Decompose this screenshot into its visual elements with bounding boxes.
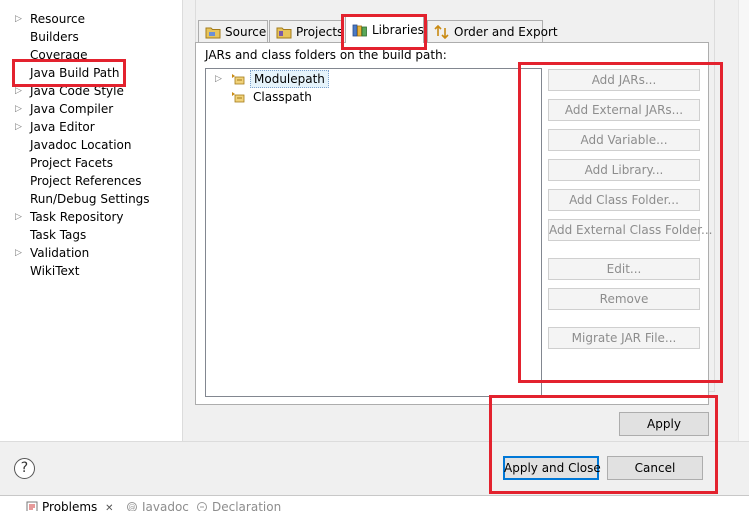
nav-item-label: Builders	[30, 30, 79, 44]
view-tab-problems[interactable]: Problems ✕	[26, 500, 114, 511]
workbench-view-strip: Problems ✕ @ Javadoc Declaration	[0, 495, 749, 511]
nav-item-label: Task Repository	[30, 210, 124, 224]
projects-folder-icon	[276, 27, 292, 39]
view-tab-label: Declaration	[212, 500, 282, 511]
nav-item-label: Java Editor	[30, 120, 95, 134]
nav-item-label: Java Build Path	[30, 66, 120, 80]
nav-item-java-build-path[interactable]: Java Build Path	[0, 64, 180, 82]
close-icon[interactable]: ✕	[105, 503, 113, 511]
tab-label: Source	[225, 25, 267, 39]
javadoc-icon: @	[127, 502, 137, 511]
tab-projects[interactable]: Projects	[269, 20, 343, 43]
view-tab-javadoc[interactable]: @ Javadoc	[126, 500, 189, 511]
add-external-class-folder-button[interactable]: Add External Class Folder...	[548, 219, 712, 241]
add-external-jars-button[interactable]: Add External JARs...	[548, 99, 700, 121]
problems-icon	[26, 501, 38, 511]
library-container-icon	[232, 92, 245, 103]
expand-arrow-icon[interactable]: ▷	[215, 70, 222, 88]
apply-button[interactable]: Apply	[619, 412, 709, 436]
nav-item-coverage[interactable]: Coverage	[0, 46, 180, 64]
nav-item-resource[interactable]: ▷ Resource	[0, 10, 180, 28]
nav-item-label: Java Code Style	[30, 84, 124, 98]
view-tab-label: Problems	[42, 500, 98, 511]
nav-item-javadoc-location[interactable]: Javadoc Location	[0, 136, 180, 154]
nav-item-project-references[interactable]: Project References	[0, 172, 180, 190]
nav-item-builders[interactable]: Builders	[0, 28, 180, 46]
nav-item-java-editor[interactable]: ▷ Java Editor	[0, 118, 180, 136]
tab-label: Projects	[296, 25, 344, 39]
expand-arrow-icon[interactable]: ▷	[15, 244, 22, 262]
nav-item-label: Coverage	[30, 48, 88, 62]
nav-item-label: Project Facets	[30, 156, 113, 170]
nav-item-label: Task Tags	[30, 228, 87, 242]
nav-item-project-facets[interactable]: Project Facets	[0, 154, 180, 172]
nav-item-java-compiler[interactable]: ▷ Java Compiler	[0, 100, 180, 118]
build-path-tree[interactable]: ▷ Modulepath Classpath	[205, 68, 542, 397]
nav-item-label: WikiText	[30, 264, 80, 278]
nav-item-label: Project References	[30, 174, 142, 188]
tab-label: Libraries	[372, 23, 424, 37]
expand-arrow-icon[interactable]: ▷	[15, 208, 22, 226]
expand-arrow-icon[interactable]: ▷	[15, 10, 22, 28]
nav-item-run-debug-settings[interactable]: Run/Debug Settings	[0, 190, 180, 208]
library-container-icon	[232, 74, 245, 85]
tree-item-label: Classpath	[253, 90, 312, 104]
view-tab-label: Javadoc	[142, 500, 189, 511]
apply-and-close-button[interactable]: Apply and Close	[503, 456, 601, 480]
nav-item-label: Run/Debug Settings	[30, 192, 150, 206]
property-nav-panel: ▷ Resource Builders Coverage Java Build …	[0, 0, 183, 441]
cancel-button[interactable]: Cancel	[607, 456, 703, 480]
nav-item-java-code-style[interactable]: ▷ Java Code Style	[0, 82, 180, 100]
add-class-folder-button[interactable]: Add Class Folder...	[548, 189, 700, 211]
view-tab-declaration[interactable]: Declaration	[196, 500, 281, 511]
nav-item-label: Java Compiler	[30, 102, 114, 116]
nav-item-label: Javadoc Location	[30, 138, 132, 152]
add-variable-button[interactable]: Add Variable...	[548, 129, 700, 151]
migrate-jar-file-button[interactable]: Migrate JAR File...	[548, 327, 700, 349]
nav-item-task-repository[interactable]: ▷ Task Repository	[0, 208, 180, 226]
svg-text:@: @	[129, 504, 136, 511]
nav-item-task-tags[interactable]: Task Tags	[0, 226, 180, 244]
help-icon[interactable]: ?	[14, 458, 35, 479]
expand-arrow-icon[interactable]: ▷	[15, 82, 22, 100]
tab-libraries[interactable]: Libraries	[345, 16, 424, 43]
edit-button[interactable]: Edit...	[548, 258, 700, 280]
nav-item-validation[interactable]: ▷ Validation	[0, 244, 180, 262]
nav-item-label: Resource	[30, 12, 86, 26]
source-folder-icon	[205, 27, 221, 39]
tab-source[interactable]: Source	[198, 20, 268, 43]
nav-item-wikitext[interactable]: WikiText	[0, 262, 180, 280]
expand-arrow-icon[interactable]: ▷	[15, 100, 22, 118]
tree-item-label: Modulepath	[250, 70, 329, 88]
declaration-icon	[197, 502, 207, 511]
build-path-label: JARs and class folders on the build path…	[205, 48, 447, 62]
remove-button[interactable]: Remove	[548, 288, 700, 310]
add-library-button[interactable]: Add Library...	[548, 159, 700, 181]
order-export-icon	[434, 25, 449, 39]
libraries-icon	[352, 24, 367, 37]
tab-order-and-export[interactable]: Order and Export	[427, 20, 558, 43]
add-jars-button[interactable]: Add JARs...	[548, 69, 700, 91]
nav-item-label: Validation	[30, 246, 90, 260]
window-edge	[738, 0, 749, 441]
tab-label: Order and Export	[454, 25, 558, 39]
expand-arrow-icon[interactable]: ▷	[15, 118, 22, 136]
